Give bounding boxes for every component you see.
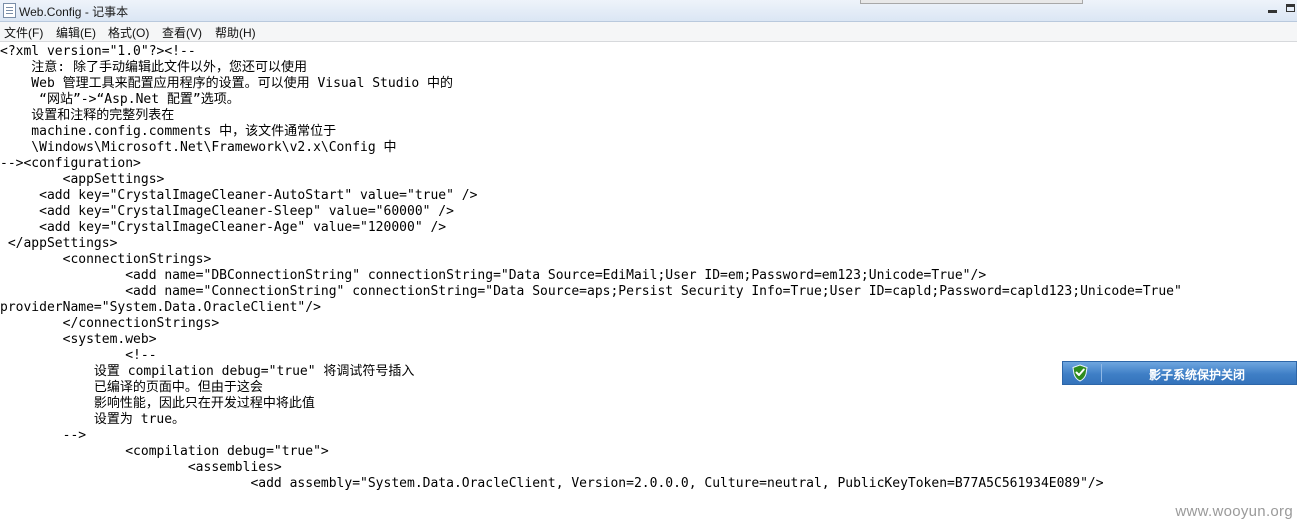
editor-line: providerName="System.Data.OracleClient"/… <box>0 300 321 315</box>
watermark-text: www.wooyun.org <box>1175 503 1293 520</box>
shadow-system-notice[interactable]: 影子系统保护关闭 <box>1062 361 1297 385</box>
text-editor[interactable]: <?xml version="1.0"?><!-- 注意: 除了手动编辑此文件以… <box>0 42 1297 495</box>
editor-line: 设置为 true。 <box>0 412 186 427</box>
editor-line: <add name="ConnectionString" connectionS… <box>0 284 1182 299</box>
menu-file[interactable]: 文件(F) <box>4 24 43 41</box>
editor-line: Web 管理工具来配置应用程序的设置。可以使用 Visual Studio 中的 <box>0 76 454 91</box>
editor-line: 影响性能，因此只在开发过程中将此值 <box>0 396 315 411</box>
editor-line: <add key="CrystalImageCleaner-AutoStart"… <box>0 188 478 203</box>
editor-line: <add key="CrystalImageCleaner-Sleep" val… <box>0 204 454 219</box>
maximize-icon[interactable] <box>1282 0 1297 17</box>
notice-divider <box>1101 364 1102 382</box>
editor-line: <system.web> <box>0 332 157 347</box>
editor-line: 设置 compilation debug="true" 将调试符号插入 <box>0 364 415 379</box>
shield-check-icon <box>1072 364 1088 382</box>
window-title: Web.Config - 记事本 <box>19 5 129 19</box>
editor-line: 注意: 除了手动编辑此文件以外，您还可以使用 <box>0 60 307 75</box>
editor-line: <compilation debug="true"> <box>0 444 329 459</box>
editor-line: <connectionStrings> <box>0 252 212 267</box>
editor-line: <?xml version="1.0"?><!-- <box>0 44 196 59</box>
menu-help[interactable]: 帮助(H) <box>215 24 256 41</box>
editor-line: 设置和注释的完整列表在 <box>0 108 175 123</box>
editor-line: <!-- <box>0 348 157 363</box>
minimize-icon[interactable] <box>1262 0 1282 17</box>
editor-line: </appSettings> <box>0 236 118 251</box>
editor-line: --><configuration> <box>0 156 141 171</box>
menu-bar: 文件(F) 编辑(E) 格式(O) 查看(V) 帮助(H) <box>0 22 1297 42</box>
editor-line: 已编译的页面中。但由于这会 <box>0 380 263 395</box>
editor-line: <add key="CrystalImageCleaner-Age" value… <box>0 220 447 235</box>
menu-view[interactable]: 查看(V) <box>162 24 202 41</box>
editor-line: “网站”->“Asp.Net 配置”选项。 <box>0 92 240 107</box>
status-area: www.wooyun.org <box>0 495 1297 523</box>
editor-line: --> <box>0 428 87 443</box>
notepad-icon <box>3 3 16 18</box>
overlay-frame <box>860 0 1083 4</box>
notice-label: 影子系统保护关闭 <box>1149 368 1246 382</box>
editor-line: \Windows\Microsoft.Net\Framework\v2.x\Co… <box>0 140 397 155</box>
editor-line: <add name="DBConnectionString" connectio… <box>0 268 987 283</box>
editor-line: <assemblies> <box>0 460 282 475</box>
editor-line: machine.config.comments 中，该文件通常位于 <box>0 124 337 139</box>
editor-line: </connectionStrings> <box>0 316 220 331</box>
title-bar: Web.Config - 记事本 <box>0 0 1297 22</box>
menu-format[interactable]: 格式(O) <box>108 24 149 41</box>
menu-edit[interactable]: 编辑(E) <box>56 24 96 41</box>
editor-line: <appSettings> <box>0 172 165 187</box>
editor-line: <add assembly="System.Data.OracleClient,… <box>0 476 1104 491</box>
